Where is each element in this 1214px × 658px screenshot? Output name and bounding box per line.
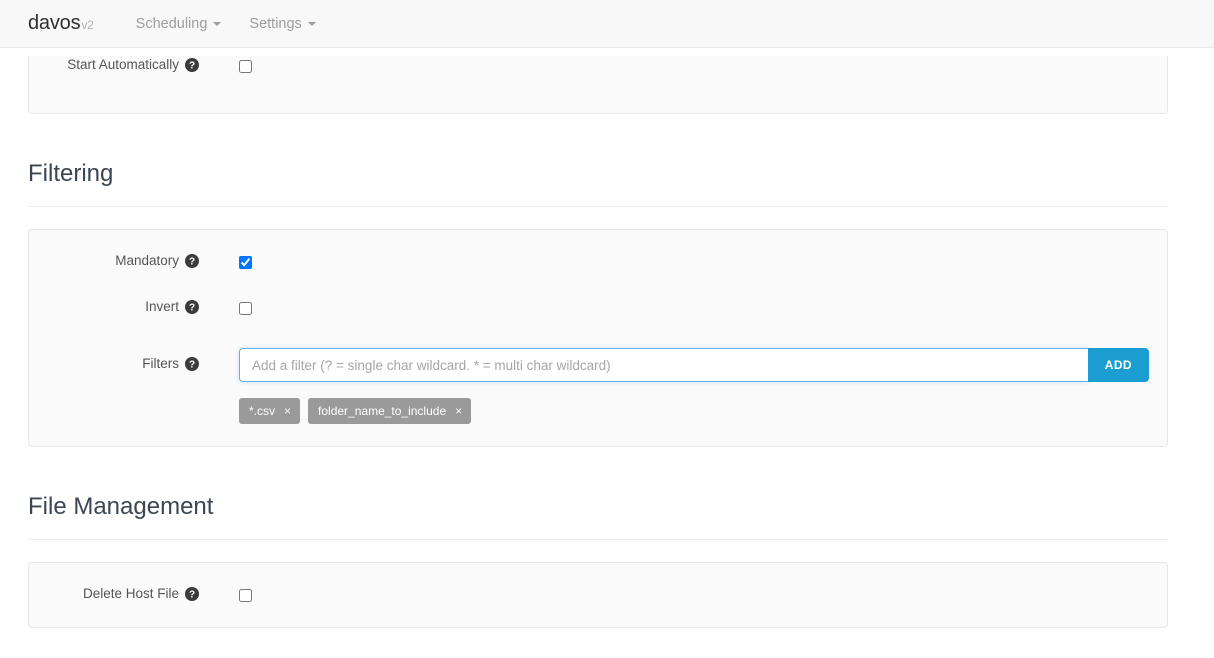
form-row-mandatory: Mandatory ? — [29, 252, 1167, 272]
filter-tag[interactable]: *.csv × — [239, 398, 301, 424]
label-invert: Invert ? — [29, 298, 209, 314]
checkbox-start-automatically[interactable] — [239, 60, 252, 74]
label-filters-text: Filters — [142, 356, 179, 371]
help-circle-icon[interactable]: ? — [185, 586, 199, 601]
label-filters: Filters ? — [29, 348, 209, 371]
field-start-automatically — [209, 56, 1167, 76]
label-delete-host-file-text: Delete Host File — [82, 586, 179, 601]
svg-text:?: ? — [189, 589, 195, 600]
checkbox-wrap-delete-host-file — [239, 585, 1167, 605]
form-row-filters: Filters ? ADD — [29, 348, 1167, 424]
section-filtering: Filtering Mandatory ? Invert ? Filters ?… — [28, 160, 1168, 447]
help-circle-icon[interactable]: ? — [185, 356, 199, 371]
close-icon[interactable]: × — [455, 405, 462, 417]
label-start-automatically-text: Start Automatically — [67, 57, 179, 72]
filtering-panel: Mandatory ? Invert ? Filters ? Add a fil… — [28, 229, 1168, 447]
add-filter-button[interactable]: ADD — [1087, 348, 1149, 382]
checkbox-mandatory[interactable] — [239, 256, 252, 270]
checkbox-wrap-start-automatically — [239, 56, 1167, 76]
filter-tag-list: *.csv × folder_name_to_include × — [239, 398, 1167, 424]
page-content: Start Automatically ? Filtering Mandator… — [0, 56, 1214, 628]
brand-version: v2 — [81, 18, 94, 32]
svg-text:?: ? — [189, 256, 195, 267]
nav-item-settings[interactable]: Settings — [235, 0, 329, 48]
help-circle-icon[interactable]: ? — [185, 299, 199, 314]
field-filters: ADD *.csv × folder_name_to_include × — [209, 348, 1167, 424]
brand-name: davos — [28, 12, 81, 34]
svg-text:?: ? — [189, 359, 195, 370]
filter-tag[interactable]: folder_name_to_include × — [308, 398, 472, 424]
section-divider-file-management — [28, 539, 1168, 540]
label-mandatory-text: Mandatory — [115, 253, 179, 268]
help-circle-icon[interactable]: ? — [185, 57, 199, 72]
label-delete-host-file: Delete Host File ? — [29, 585, 209, 601]
field-mandatory — [209, 252, 1167, 272]
filter-input[interactable] — [239, 348, 1088, 382]
form-row-start-automatically: Start Automatically ? — [29, 56, 1167, 76]
section-title-filtering: Filtering — [28, 160, 114, 187]
file-management-panel-body: Delete Host File ? — [29, 563, 1167, 627]
checkbox-wrap-invert — [239, 298, 1167, 318]
label-mandatory: Mandatory ? — [29, 252, 209, 268]
svg-text:?: ? — [189, 60, 195, 71]
label-start-automatically: Start Automatically ? — [29, 56, 209, 72]
nav-item-scheduling-label: Scheduling — [135, 15, 208, 32]
checkbox-delete-host-file[interactable] — [239, 589, 252, 603]
checkbox-invert[interactable] — [239, 302, 252, 316]
nav-item-scheduling[interactable]: Scheduling — [122, 0, 236, 48]
brand-logo[interactable]: davos v2 — [28, 12, 94, 35]
chevron-down-icon — [213, 21, 222, 26]
help-circle-icon[interactable]: ? — [185, 253, 199, 268]
file-management-panel: Delete Host File ? — [28, 562, 1168, 628]
top-navbar: davos v2 Scheduling Settings — [0, 0, 1214, 48]
section-divider-filtering — [28, 206, 1168, 207]
close-icon[interactable]: × — [284, 405, 291, 417]
svg-text:?: ? — [189, 302, 195, 313]
content-container: Start Automatically ? Filtering Mandator… — [28, 56, 1168, 628]
chevron-down-icon — [307, 21, 316, 26]
checkbox-wrap-mandatory — [239, 252, 1167, 272]
scheduling-panel: Start Automatically ? — [28, 56, 1168, 114]
section-title-file-management: File Management — [28, 493, 214, 520]
field-invert — [209, 298, 1167, 318]
filters-input-group: ADD — [239, 348, 1149, 382]
filter-tag-label: folder_name_to_include — [318, 404, 447, 418]
filtering-panel-body: Mandatory ? Invert ? Filters ? Add a fil… — [29, 230, 1167, 446]
section-file-management: File Management Delete Host File ? — [28, 493, 1168, 628]
form-row-delete-host-file: Delete Host File ? — [29, 585, 1167, 605]
filter-tag-label: *.csv — [249, 404, 276, 418]
form-row-invert: Invert ? — [29, 298, 1167, 318]
label-invert-text: Invert — [145, 299, 179, 314]
nav-item-settings-label: Settings — [249, 15, 302, 32]
field-delete-host-file — [209, 585, 1167, 605]
